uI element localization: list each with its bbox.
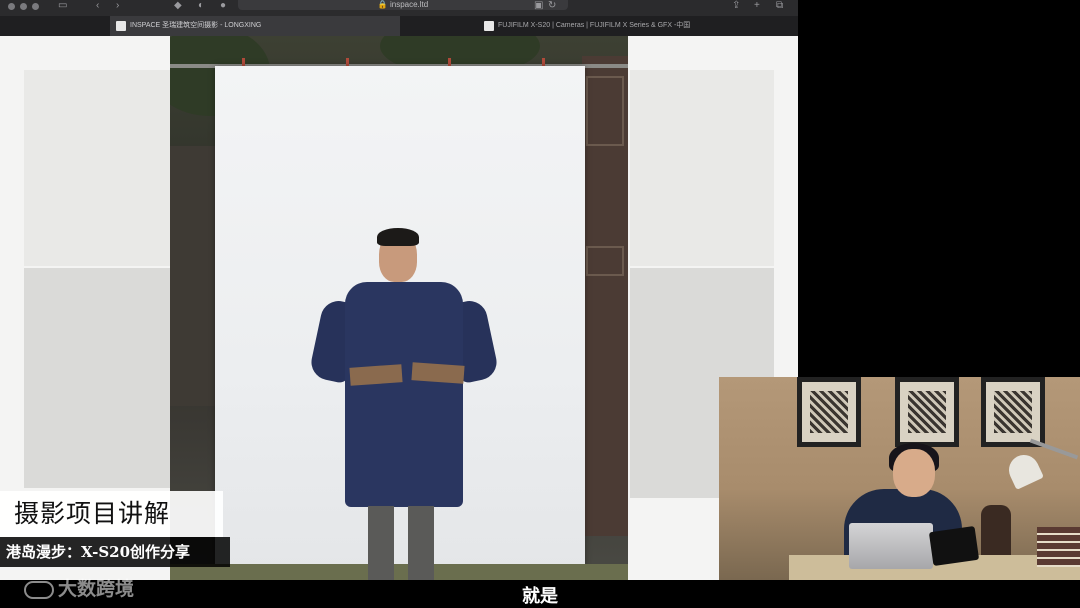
shield-icon[interactable]: ◐ (198, 0, 204, 12)
tab-inspace[interactable]: INSPACE 圣瑞建筑空间摄影 - LONGXING (110, 16, 400, 36)
gallery-thumbnail[interactable] (24, 70, 170, 266)
tab-overview-icon[interactable]: ⧉ (776, 0, 783, 12)
tab-strip: INSPACE 圣瑞建筑空间摄影 - LONGXING FUJIFILM X-S… (0, 16, 798, 36)
fujifilm-favicon-icon (484, 21, 494, 31)
sidebar-icon[interactable]: ▭ (58, 0, 67, 12)
forward-icon[interactable]: › (116, 0, 119, 12)
tab-label: FUJIFILM X-S20 | Cameras | FUJIFILM X Se… (498, 22, 691, 29)
desk-lamp (1004, 450, 1044, 490)
watermark: 大数跨境 (24, 577, 134, 603)
inspace-favicon-icon (116, 21, 126, 31)
presenter-webcam (719, 377, 1080, 580)
back-icon[interactable]: ‹ (96, 0, 99, 12)
video-subtitle-caption: 港岛漫步：X-S20创作分享 (0, 537, 230, 567)
wall-artwork (895, 377, 959, 447)
wall-artwork (981, 377, 1045, 447)
watermark-logo-icon (24, 581, 54, 599)
new-tab-icon[interactable]: + (754, 0, 760, 12)
watermark-text: 大数跨境 (58, 579, 135, 600)
minimize-window-button[interactable] (20, 3, 27, 10)
share-icon[interactable]: ⇪ (732, 0, 740, 12)
browser-toolbar: ▭ ‹ › ◆ ◐ ● 🔒 inspace.ltd ▣ ↻ ⇪ + ⧉ (0, 0, 798, 16)
edge-icon[interactable]: ● (220, 0, 226, 12)
portrait-photo[interactable] (170, 36, 628, 580)
tab-label: INSPACE 圣瑞建筑空间摄影 - LONGXING (130, 22, 262, 29)
person-figure (345, 282, 463, 507)
zoom-window-button[interactable] (32, 3, 39, 10)
wall-artwork (797, 377, 861, 447)
gallery-thumbnail[interactable] (630, 70, 774, 266)
gallery-thumbnail[interactable] (24, 268, 170, 488)
laptop (849, 523, 933, 569)
tab-fujifilm[interactable]: FUJIFILM X-S20 | Cameras | FUJIFILM X Se… (478, 16, 798, 36)
video-subtitle: 就是 (522, 586, 558, 606)
reload-icon[interactable]: ↻ (548, 0, 556, 12)
translate-icon[interactable]: ▣ (534, 0, 543, 12)
lock-icon: 🔒 (377, 0, 388, 9)
address-bar[interactable]: 🔒 inspace.ltd (238, 0, 568, 10)
extension-icon[interactable]: ◆ (174, 0, 182, 12)
close-window-button[interactable] (8, 3, 15, 10)
address-text: inspace.ltd (389, 0, 429, 9)
video-title-caption: 摄影项目讲解 (0, 491, 223, 537)
